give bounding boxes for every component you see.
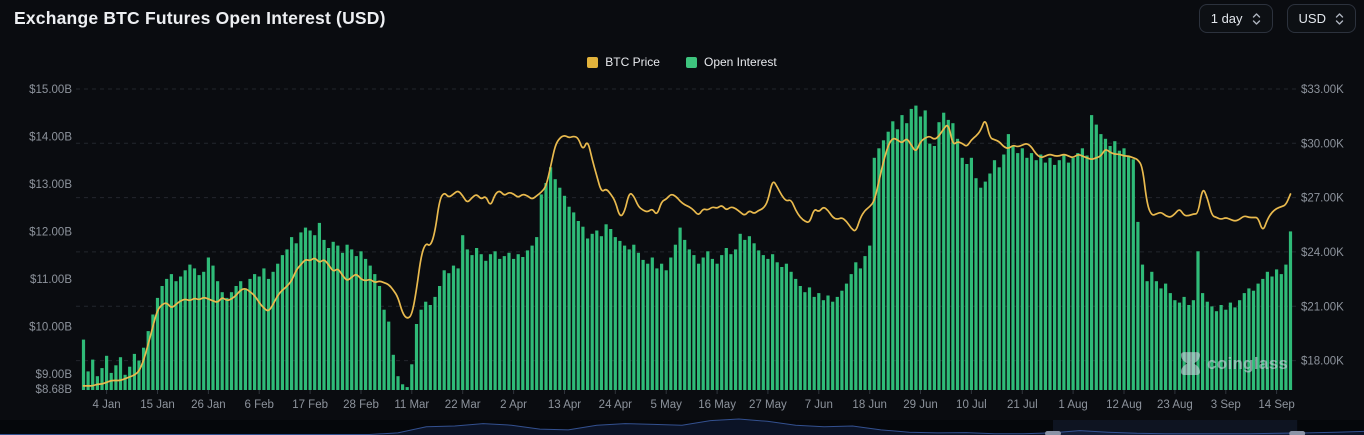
svg-text:$15.00B: $15.00B xyxy=(29,84,72,96)
updown-chevron-icon xyxy=(1335,11,1344,27)
svg-text:$33.00K: $33.00K xyxy=(1301,84,1344,96)
navigator-handle-right[interactable] xyxy=(1289,431,1305,435)
svg-text:$8.68B: $8.68B xyxy=(36,384,73,396)
svg-text:1 Aug: 1 Aug xyxy=(1058,399,1087,411)
interval-select[interactable]: 1 day xyxy=(1199,4,1273,33)
svg-text:23 Aug: 23 Aug xyxy=(1157,399,1193,411)
interval-select-value: 1 day xyxy=(1211,11,1243,26)
svg-text:$12.00B: $12.00B xyxy=(29,226,72,238)
svg-text:16 May: 16 May xyxy=(698,399,736,411)
svg-text:4 Jan: 4 Jan xyxy=(93,399,121,411)
svg-text:13 Apr: 13 Apr xyxy=(548,399,581,411)
svg-text:14 Sep: 14 Sep xyxy=(1258,399,1294,411)
x-axis-labels: 4 Jan 15 Jan 26 Jan 6 Feb 17 Feb 28 Feb 11 Mar… xyxy=(93,390,1295,411)
currency-select-value: USD xyxy=(1299,11,1326,26)
svg-text:$13.00B: $13.00B xyxy=(29,179,72,191)
svg-text:24 Apr: 24 Apr xyxy=(599,399,632,411)
svg-text:6 Feb: 6 Feb xyxy=(244,399,273,411)
svg-text:$27.00K: $27.00K xyxy=(1301,193,1344,205)
svg-text:$24.00K: $24.00K xyxy=(1301,247,1344,259)
svg-text:17 Feb: 17 Feb xyxy=(292,399,328,411)
legend-label: Open Interest xyxy=(704,55,777,69)
svg-text:26 Jan: 26 Jan xyxy=(191,399,226,411)
left-axis-labels: $15.00B $14.00B $13.00B $12.00B $11.00B $10.0… xyxy=(29,84,72,396)
right-axis-labels: $33.00K $30.00K $27.00K $24.00K $21.00K $18.0… xyxy=(1301,84,1344,368)
open-interest-bars[interactable] xyxy=(82,106,1292,390)
legend-item-btc-price[interactable]: BTC Price xyxy=(587,55,660,69)
legend-label: BTC Price xyxy=(605,55,660,69)
svg-text:7 Jun: 7 Jun xyxy=(805,399,833,411)
svg-text:$14.00B: $14.00B xyxy=(29,132,72,144)
svg-text:21 Jul: 21 Jul xyxy=(1007,399,1038,411)
currency-select[interactable]: USD xyxy=(1287,4,1356,33)
svg-text:$10.00B: $10.00B xyxy=(29,321,72,333)
svg-text:15 Jan: 15 Jan xyxy=(140,399,175,411)
legend-item-open-interest[interactable]: Open Interest xyxy=(686,55,777,69)
svg-text:$11.00B: $11.00B xyxy=(30,274,72,286)
svg-text:$30.00K: $30.00K xyxy=(1301,138,1344,150)
svg-text:10 Jul: 10 Jul xyxy=(956,399,987,411)
open-interest-chart[interactable]: $15.00B $14.00B $13.00B $12.00B $11.00B $10.0… xyxy=(0,0,1364,435)
btc-price-swatch-icon xyxy=(587,57,598,68)
svg-text:28 Feb: 28 Feb xyxy=(343,399,379,411)
navigator-selection[interactable] xyxy=(1053,420,1297,435)
page-title: Exchange BTC Futures Open Interest (USD) xyxy=(14,8,386,29)
svg-text:18 Jun: 18 Jun xyxy=(852,399,887,411)
svg-text:$21.00K: $21.00K xyxy=(1301,301,1344,313)
svg-text:$18.00K: $18.00K xyxy=(1301,356,1344,368)
navigator-handle-left[interactable] xyxy=(1045,431,1061,435)
svg-text:11 Mar: 11 Mar xyxy=(394,399,429,411)
svg-text:$9.00B: $9.00B xyxy=(36,369,73,381)
svg-text:12 Aug: 12 Aug xyxy=(1106,399,1142,411)
svg-text:3 Sep: 3 Sep xyxy=(1211,399,1241,411)
updown-chevron-icon xyxy=(1252,11,1261,27)
open-interest-swatch-icon xyxy=(686,57,697,68)
chart-controls: 1 day USD xyxy=(1199,4,1356,33)
svg-text:29 Jun: 29 Jun xyxy=(903,399,938,411)
svg-text:27 May: 27 May xyxy=(749,399,787,411)
svg-text:2 Apr: 2 Apr xyxy=(500,399,527,411)
svg-text:22 Mar: 22 Mar xyxy=(445,399,481,411)
svg-text:5 May: 5 May xyxy=(651,399,683,411)
range-navigator[interactable] xyxy=(0,419,1364,435)
